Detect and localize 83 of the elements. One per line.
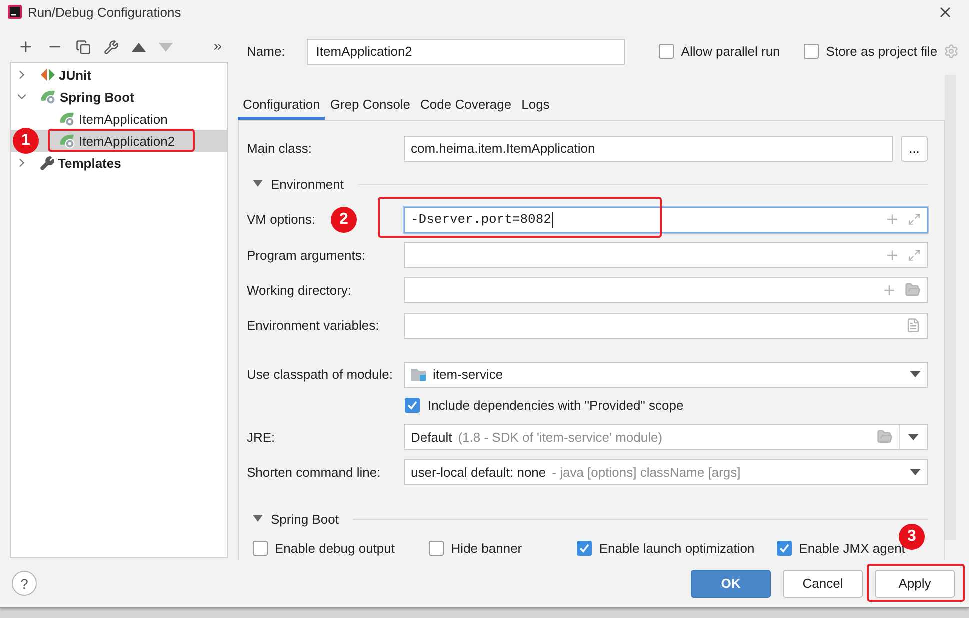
copy-icon[interactable] bbox=[76, 40, 91, 54]
plus-icon[interactable] bbox=[882, 282, 897, 298]
add-icon[interactable] bbox=[18, 39, 34, 55]
junit-icon bbox=[40, 68, 56, 82]
checkbox[interactable] bbox=[659, 44, 674, 60]
checkbox[interactable] bbox=[804, 44, 820, 60]
expand-icon[interactable] bbox=[908, 248, 921, 262]
tree-label: JUnit bbox=[59, 68, 92, 82]
collapse-triangle-icon[interactable] bbox=[253, 515, 263, 524]
tab[interactable]: Configuration bbox=[238, 97, 326, 120]
document-icon[interactable] bbox=[906, 318, 921, 334]
checkbox[interactable] bbox=[777, 541, 792, 556]
collapse-triangle-icon[interactable] bbox=[253, 180, 263, 188]
wrench-icon[interactable] bbox=[104, 40, 119, 54]
step-badge: 2 bbox=[331, 206, 357, 233]
window-title: Run/Debug Configurations bbox=[28, 4, 182, 20]
field-label: Name: bbox=[247, 44, 286, 60]
tree-item[interactable]: JUnit bbox=[11, 64, 227, 86]
close-icon[interactable] bbox=[940, 6, 951, 18]
expand-icon[interactable] bbox=[908, 213, 921, 226]
leaf-gear-icon bbox=[40, 89, 57, 105]
step-badge: 1 bbox=[13, 128, 39, 154]
settings-icon[interactable] bbox=[944, 44, 959, 60]
tab[interactable]: Logs bbox=[516, 97, 555, 120]
dropdown-caret-icon[interactable] bbox=[910, 468, 921, 476]
name-field[interactable]: ItemApplication2 bbox=[307, 38, 626, 65]
move-down-icon[interactable] bbox=[159, 42, 173, 52]
leaf-gear-icon bbox=[59, 133, 76, 149]
tree-item[interactable]: Templates bbox=[11, 152, 227, 174]
field-label: Use classpath of module: bbox=[247, 367, 393, 382]
scrollbar[interactable] bbox=[945, 75, 956, 540]
section-title: Spring Boot bbox=[271, 512, 339, 527]
checkbox[interactable] bbox=[405, 398, 420, 414]
checkbox-label: Hide banner bbox=[451, 541, 522, 556]
help-button[interactable]: ? bbox=[12, 571, 37, 596]
plus-icon[interactable] bbox=[885, 248, 900, 263]
module-dropdown[interactable]: item-service bbox=[404, 362, 928, 388]
shorten-dropdown[interactable]: user-local default: none - java [options] className [args] bbox=[404, 459, 928, 486]
checkbox-label: Enable debug output bbox=[275, 541, 395, 556]
main-class-field[interactable]: com.heima.item.ItemApplication bbox=[404, 136, 893, 162]
wrench-icon bbox=[40, 156, 55, 170]
jre-dropdown[interactable]: Default (1.8 - SDK of 'item-service' module) bbox=[404, 424, 928, 450]
checkbox-label: Include dependencies with "Provided" scope bbox=[428, 398, 684, 414]
dialog-button[interactable]: Apply bbox=[875, 570, 955, 598]
checkbox[interactable] bbox=[429, 541, 444, 556]
dropdown-caret-icon[interactable] bbox=[910, 371, 921, 378]
move-up-icon[interactable] bbox=[132, 42, 146, 52]
app-logo-icon bbox=[8, 5, 22, 19]
field-label: Working directory: bbox=[247, 282, 352, 298]
checkbox[interactable] bbox=[253, 541, 268, 556]
browse-button[interactable]: ... bbox=[901, 136, 928, 162]
folder-icon[interactable] bbox=[905, 282, 921, 298]
checkbox[interactable] bbox=[577, 541, 592, 556]
module-folder-icon bbox=[411, 368, 427, 382]
field-label: Shorten command line: bbox=[247, 464, 381, 480]
dropdown-caret-icon[interactable] bbox=[908, 434, 919, 440]
field-label: Environment variables: bbox=[247, 318, 380, 334]
checkbox-label: Store as project file bbox=[826, 44, 938, 60]
tab[interactable]: Grep Console bbox=[325, 97, 416, 120]
checkbox-label: Enable launch optimization bbox=[599, 541, 755, 556]
checkbox-label: Allow parallel run bbox=[681, 44, 780, 60]
folder-icon[interactable] bbox=[877, 429, 893, 445]
tree-label: ItemApplication bbox=[79, 112, 168, 126]
input-field[interactable]: -Dserver.port=8082 bbox=[404, 206, 928, 233]
field-label: Main class: bbox=[247, 141, 312, 156]
input-field[interactable] bbox=[404, 312, 928, 339]
tree-label: Spring Boot bbox=[60, 90, 134, 104]
tab[interactable]: Code Coverage bbox=[416, 97, 517, 120]
more-icon[interactable] bbox=[212, 41, 224, 53]
tree-label: ItemApplication2 bbox=[79, 134, 176, 148]
field-label: JRE: bbox=[247, 430, 276, 444]
field-label: VM options: bbox=[247, 212, 316, 228]
section-title: Environment bbox=[271, 176, 344, 192]
dialog-button[interactable]: OK bbox=[691, 570, 771, 598]
tree-label: Templates bbox=[58, 156, 122, 170]
tree-item[interactable]: Spring Boot bbox=[11, 86, 227, 108]
tree-item[interactable]: ItemApplication bbox=[11, 108, 227, 130]
dialog-button[interactable]: Cancel bbox=[783, 570, 863, 598]
input-field[interactable] bbox=[404, 242, 928, 268]
plus-icon[interactable] bbox=[885, 212, 900, 228]
input-field[interactable] bbox=[404, 277, 928, 304]
leaf-gear-icon bbox=[59, 111, 76, 127]
field-label: Program arguments: bbox=[247, 248, 366, 263]
